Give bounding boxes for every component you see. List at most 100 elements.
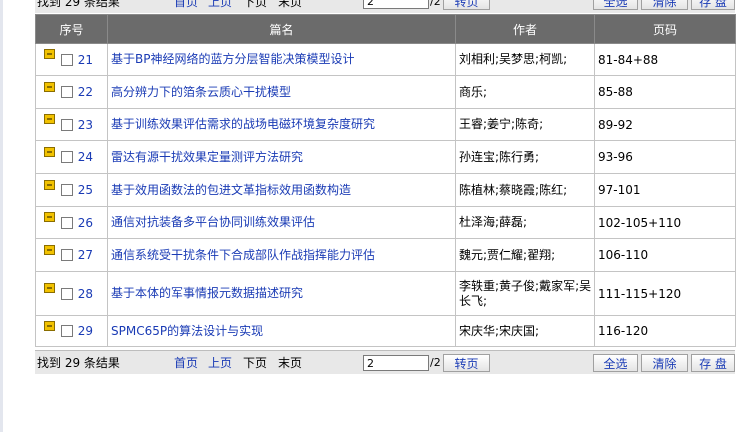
- header-author: 作者: [455, 14, 595, 44]
- row-index-cell: 24: [35, 140, 108, 174]
- article-title-link[interactable]: 基于训练效果评估需求的战场电磁环境复杂度研究: [107, 108, 456, 141]
- article-title-link[interactable]: 基于本体的军事情报元数据描述研究: [107, 271, 456, 316]
- row-checkbox[interactable]: [61, 184, 73, 197]
- pages-cell: 106-110: [594, 238, 736, 272]
- row-checkbox[interactable]: [61, 86, 73, 99]
- row-index-cell: 26: [35, 206, 108, 239]
- row-number: 22: [77, 85, 93, 100]
- article-title-link[interactable]: 通信对抗装备多平台协同训练效果评估: [107, 206, 456, 239]
- pages-cell: 97-101: [594, 173, 736, 207]
- last-page-text: 末页: [278, 356, 303, 370]
- clear-button[interactable]: 清除: [641, 354, 688, 372]
- prev-page-link[interactable]: 上页: [208, 354, 232, 371]
- row-number: 28: [77, 286, 93, 301]
- first-page-link[interactable]: 首页: [174, 354, 198, 371]
- document-icon[interactable]: [44, 320, 55, 331]
- row-index-cell: 28: [35, 271, 108, 316]
- total-pages: /2: [430, 356, 441, 369]
- save-button[interactable]: 存 盘: [691, 354, 735, 372]
- select-all-button[interactable]: 全选: [593, 354, 638, 372]
- pages-cell: 93-96: [594, 140, 736, 174]
- author-cell: 刘相利;吴梦思;柯凯;: [455, 43, 595, 76]
- header-title: 篇名: [107, 14, 456, 44]
- table-row: 27 通信系统受干扰条件下合成部队作战指挥能力评估 魏元;贾仁耀;翟翔; 106…: [35, 238, 736, 272]
- row-checkbox[interactable]: [61, 287, 73, 300]
- row-index-cell: 21: [35, 43, 108, 76]
- table-row: 24 雷达有源干扰效果定量测评方法研究 孙连宝;陈行勇; 93-96: [35, 140, 736, 174]
- results-table: 序号 篇名 作者 页码 21 基于BP神经网络的蓝方分层智能决策模型设计 刘相利…: [35, 14, 736, 347]
- clear-button[interactable]: 清除: [641, 0, 688, 10]
- page-number-input[interactable]: [363, 0, 429, 9]
- document-icon[interactable]: [44, 114, 55, 125]
- author-cell: 杜泽海;薛磊;: [455, 206, 595, 239]
- document-icon[interactable]: [44, 49, 55, 60]
- row-checkbox[interactable]: [61, 151, 73, 164]
- first-page-link[interactable]: 首页: [174, 0, 198, 10]
- pages-cell: 89-92: [594, 108, 736, 141]
- document-icon[interactable]: [44, 283, 55, 294]
- pages-cell: 111-115+120: [594, 271, 736, 316]
- go-page-button[interactable]: 转页: [443, 354, 490, 372]
- row-index-cell: 22: [35, 75, 108, 109]
- author-cell: 陈植林;蔡晓霞;陈红;: [455, 173, 595, 207]
- row-index-cell: 27: [35, 238, 108, 272]
- result-count: 找到 29 条结果: [37, 356, 120, 370]
- last-page-text: 末页: [278, 0, 303, 9]
- next-page-text: 下页: [243, 356, 268, 370]
- row-checkbox[interactable]: [61, 53, 73, 66]
- bottom-pagination-bar: 找到 29 条结果 首页 上页 下页 末页 /2 转页 全选 清除 存 盘: [35, 350, 735, 374]
- document-icon[interactable]: [44, 244, 55, 255]
- save-button[interactable]: 存 盘: [691, 0, 735, 10]
- author-cell: 李轶重;黄子俊;戴家军;吴长飞;: [455, 271, 595, 316]
- header-pages: 页码: [594, 14, 736, 44]
- table-row: 22 高分辨力下的箔条云质心干扰模型 商乐; 85-88: [35, 75, 736, 109]
- row-index-cell: 29: [35, 315, 108, 347]
- row-number: 25: [77, 183, 93, 198]
- total-pages: /2: [430, 0, 441, 8]
- table-row: 26 通信对抗装备多平台协同训练效果评估 杜泽海;薛磊; 102-105+110: [35, 206, 736, 239]
- row-number: 26: [77, 215, 93, 230]
- document-icon[interactable]: [44, 81, 55, 92]
- row-number: 29: [77, 324, 93, 339]
- article-title-link[interactable]: 基于BP神经网络的蓝方分层智能决策模型设计: [107, 43, 456, 76]
- author-cell: 宋庆华;宋庆国;: [455, 315, 595, 347]
- document-icon[interactable]: [44, 146, 55, 157]
- author-cell: 魏元;贾仁耀;翟翔;: [455, 238, 595, 272]
- result-count: 找到 29 条结果: [37, 0, 120, 9]
- row-checkbox[interactable]: [61, 216, 73, 229]
- row-checkbox[interactable]: [61, 118, 73, 131]
- prev-page-link[interactable]: 上页: [208, 0, 232, 10]
- table-row: 23 基于训练效果评估需求的战场电磁环境复杂度研究 王睿;姜宁;陈奇; 89-9…: [35, 108, 736, 141]
- author-cell: 王睿;姜宁;陈奇;: [455, 108, 595, 141]
- row-checkbox[interactable]: [61, 249, 73, 262]
- table-row: 29 SPMC65P的算法设计与实现 宋庆华;宋庆国; 116-120: [35, 315, 736, 347]
- row-checkbox[interactable]: [61, 325, 73, 338]
- left-border: [0, 0, 3, 432]
- pages-cell: 81-84+88: [594, 43, 736, 76]
- article-title-link[interactable]: SPMC65P的算法设计与实现: [107, 315, 456, 347]
- table-row: 21 基于BP神经网络的蓝方分层智能决策模型设计 刘相利;吴梦思;柯凯; 81-…: [35, 43, 736, 76]
- document-icon[interactable]: [44, 212, 55, 223]
- go-page-button[interactable]: 转页: [443, 0, 490, 10]
- row-number: 23: [77, 117, 93, 132]
- page-number-input[interactable]: [363, 355, 429, 371]
- article-title-link[interactable]: 基于效用函数法的包进文革指标效用函数构造: [107, 173, 456, 207]
- pages-cell: 116-120: [594, 315, 736, 347]
- pages-cell: 102-105+110: [594, 206, 736, 239]
- row-number: 21: [77, 52, 93, 67]
- article-title-link[interactable]: 雷达有源干扰效果定量测评方法研究: [107, 140, 456, 174]
- top-pagination-bar: 找到 29 条结果 首页 上页 下页 末页 /2 转页 全选 清除 存 盘: [35, 0, 735, 13]
- row-number: 27: [77, 248, 93, 263]
- article-title-link[interactable]: 高分辨力下的箔条云质心干扰模型: [107, 75, 456, 109]
- table-row: 28 基于本体的军事情报元数据描述研究 李轶重;黄子俊;戴家军;吴长飞; 111…: [35, 271, 736, 316]
- document-icon[interactable]: [44, 179, 55, 190]
- header-no: 序号: [35, 14, 108, 44]
- pages-cell: 85-88: [594, 75, 736, 109]
- row-index-cell: 23: [35, 108, 108, 141]
- row-number: 24: [77, 150, 93, 165]
- article-title-link[interactable]: 通信系统受干扰条件下合成部队作战指挥能力评估: [107, 238, 456, 272]
- row-index-cell: 25: [35, 173, 108, 207]
- table-header-row: 序号 篇名 作者 页码: [35, 14, 736, 44]
- table-row: 25 基于效用函数法的包进文革指标效用函数构造 陈植林;蔡晓霞;陈红; 97-1…: [35, 173, 736, 207]
- select-all-button[interactable]: 全选: [593, 0, 638, 10]
